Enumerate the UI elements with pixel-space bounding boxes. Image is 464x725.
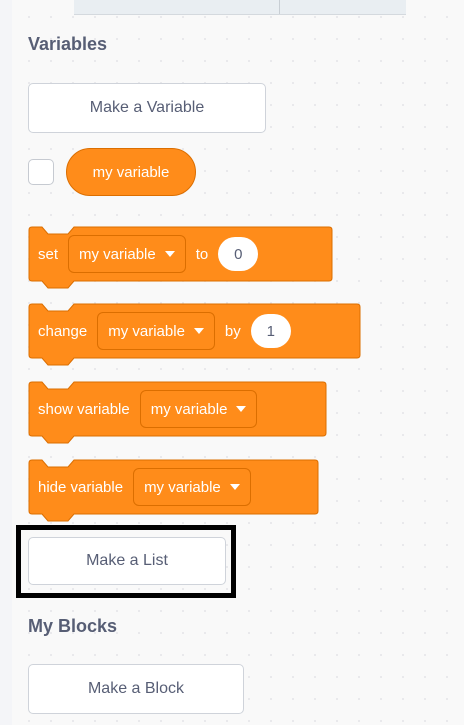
set-variable-dropdown[interactable]: my variable bbox=[68, 235, 186, 273]
set-block-content: set my variable to 0 bbox=[28, 226, 268, 282]
hide-variable-label: hide variable bbox=[38, 478, 124, 496]
change-variable-dropdown[interactable]: my variable bbox=[97, 312, 215, 350]
chevron-down-icon bbox=[193, 328, 204, 334]
change-label: change bbox=[38, 322, 88, 340]
left-panel-strip bbox=[0, 0, 12, 725]
hide-variable-block[interactable]: hide variable my variable bbox=[28, 459, 319, 522]
show-variable-label: show variable bbox=[38, 400, 130, 418]
hide-variable-dropdown[interactable]: my variable bbox=[133, 468, 251, 506]
show-variable-block[interactable]: show variable my variable bbox=[28, 381, 327, 444]
show-variable-dropdown[interactable]: my variable bbox=[139, 390, 258, 428]
chevron-down-icon bbox=[236, 406, 247, 412]
make-block-button[interactable]: Make a Block bbox=[28, 664, 244, 714]
show-dropdown-value: my variable bbox=[150, 400, 228, 418]
change-variable-block[interactable]: change my variable by 1 bbox=[28, 303, 361, 366]
variable-reporter-block[interactable]: my variable bbox=[66, 148, 196, 196]
category-bar-edge bbox=[74, 0, 406, 15]
my-blocks-section-title: My Blocks bbox=[28, 616, 118, 636]
change-block-content: change my variable by 1 bbox=[28, 303, 301, 359]
chevron-down-icon bbox=[164, 251, 175, 257]
variables-section-title: Variables bbox=[28, 34, 108, 54]
make-list-button[interactable]: Make a List bbox=[28, 537, 226, 585]
set-value-input[interactable]: 0 bbox=[218, 237, 259, 271]
set-dropdown-value: my variable bbox=[79, 245, 156, 263]
show-block-content: show variable my variable bbox=[28, 381, 267, 437]
variable-monitor-checkbox[interactable] bbox=[28, 159, 54, 185]
set-label: set bbox=[38, 245, 59, 263]
set-variable-block[interactable]: set my variable to 0 bbox=[28, 226, 333, 289]
set-to-label: to bbox=[195, 245, 209, 263]
change-by-label: by bbox=[224, 322, 241, 340]
category-bar-separator bbox=[279, 0, 280, 14]
change-dropdown-value: my variable bbox=[108, 322, 185, 340]
hide-dropdown-value: my variable bbox=[144, 478, 221, 496]
change-value-input[interactable]: 1 bbox=[250, 314, 291, 348]
make-variable-button[interactable]: Make a Variable bbox=[28, 83, 266, 133]
hide-block-content: hide variable my variable bbox=[28, 459, 261, 515]
chevron-down-icon bbox=[229, 484, 240, 490]
